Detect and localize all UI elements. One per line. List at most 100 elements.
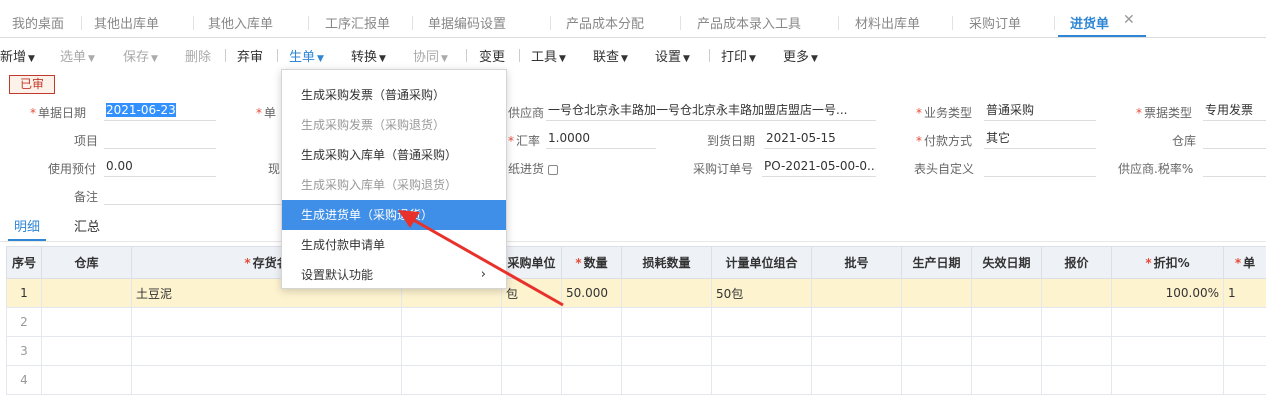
- col-purchase-unit[interactable]: 采购单位: [501, 246, 562, 279]
- col-unit-price[interactable]: * 单: [1223, 246, 1266, 279]
- payment-method-label: * 付款方式: [916, 134, 973, 148]
- delete-button[interactable]: 删除: [185, 46, 211, 65]
- supplier-field[interactable]: 一号仓北京永丰路加一号仓北京永丰路加盟店盟店一号...: [546, 101, 876, 121]
- col-production-date[interactable]: 生产日期: [901, 246, 972, 279]
- col-discount[interactable]: * 折扣%: [1111, 246, 1224, 279]
- tab-divider: [952, 16, 953, 30]
- table-row[interactable]: 4: [6, 365, 1266, 395]
- warehouse-field[interactable]: [1203, 129, 1266, 149]
- biz-type-label: * 业务类型: [916, 106, 973, 120]
- change-button[interactable]: 变更: [479, 46, 505, 65]
- menu-item-default-settings[interactable]: 设置默认功能 ›: [282, 260, 506, 290]
- subtab-divider: [0, 241, 1266, 242]
- save-button[interactable]: 保存 ▼: [123, 46, 158, 65]
- cell-production-date[interactable]: [901, 278, 972, 308]
- generate-label: 生单: [289, 50, 316, 65]
- menu-item-receipt-return[interactable]: 生成进货单（采购退货）: [282, 200, 506, 230]
- cell-batch[interactable]: [811, 278, 902, 308]
- col-seq[interactable]: 序号: [6, 246, 42, 279]
- print-button[interactable]: 打印 ▼: [721, 46, 756, 65]
- rate-field[interactable]: 1.0000: [546, 129, 656, 149]
- payment-method-field[interactable]: 其它: [984, 129, 1096, 149]
- menu-item-purchase-invoice-normal[interactable]: 生成采购发票（普通采购）: [282, 80, 506, 110]
- chevron-down-icon: ▼: [749, 54, 756, 64]
- col-loss-qty[interactable]: 损耗数量: [621, 246, 712, 279]
- settings-button[interactable]: 设置 ▼: [655, 46, 690, 65]
- cell-unit-combo[interactable]: 50包: [711, 278, 812, 308]
- cell-quote[interactable]: [1041, 278, 1112, 308]
- chevron-right-icon: ›: [480, 267, 486, 282]
- menu-item-purchase-inbound-return[interactable]: 生成采购入库单（采购退货）: [282, 170, 506, 200]
- supplier-tax-field[interactable]: [1203, 157, 1266, 177]
- cell-purchase-unit[interactable]: 包: [501, 278, 562, 308]
- tab-process-report[interactable]: 工序汇报单: [325, 13, 390, 35]
- cell-unit-price[interactable]: 1: [1223, 278, 1266, 308]
- collaborate-button[interactable]: 协同 ▼: [413, 46, 448, 65]
- paper-receipt-checkbox[interactable]: [548, 164, 559, 175]
- menu-item-purchase-invoice-return[interactable]: 生成采购发票（采购退货）: [282, 110, 506, 140]
- col-expiry-date[interactable]: 失效日期: [971, 246, 1042, 279]
- tab-doc-code-settings[interactable]: 单据编码设置: [428, 13, 506, 35]
- tab-cost-entry-tool[interactable]: 产品成本录入工具: [697, 13, 801, 35]
- generate-doc-button[interactable]: 生单 ▼: [289, 46, 324, 65]
- tab-other-outbound[interactable]: 其他出库单: [94, 13, 159, 35]
- convert-button[interactable]: 转换 ▼: [351, 46, 386, 65]
- detail-table: 序号 仓库 * 存货名 采购单位 * 数量 损耗数量 计量单位组合 批号 生产日期 …: [6, 246, 1266, 395]
- tab-detail[interactable]: 明细: [14, 216, 40, 235]
- collaborate-label: 协同: [413, 50, 440, 65]
- tab-cost-allocation[interactable]: 产品成本分配: [566, 13, 644, 35]
- table-row[interactable]: 1 土豆泥 包 50.000 50包 100.00% 1: [6, 278, 1266, 308]
- col-batch[interactable]: 批号: [811, 246, 902, 279]
- tools-button[interactable]: 工具 ▼: [531, 46, 566, 65]
- col-unit-combo[interactable]: 计量单位组合: [711, 246, 812, 279]
- table-row[interactable]: 3: [6, 336, 1266, 366]
- chevron-down-icon: ▼: [151, 54, 158, 64]
- col-quantity[interactable]: * 数量: [561, 246, 622, 279]
- invoice-type-label: * 票据类型: [1136, 106, 1193, 120]
- table-row[interactable]: 2: [6, 307, 1266, 337]
- new-button[interactable]: 新增 ▼: [0, 46, 35, 65]
- toolbar-divider: [519, 49, 520, 62]
- tab-material-outbound[interactable]: 材料出库单: [855, 13, 920, 35]
- status-badge: 已审: [9, 75, 55, 94]
- close-icon[interactable]: ✕: [1123, 12, 1135, 28]
- col-quote[interactable]: 报价: [1041, 246, 1112, 279]
- col-warehouse[interactable]: 仓库: [41, 246, 132, 279]
- tab-purchase-receipt[interactable]: 进货单: [1070, 13, 1109, 35]
- abandon-review-button[interactable]: 弃审: [237, 46, 263, 65]
- toolbar: 新增 ▼ 选单 ▼ 保存 ▼ 删除 弃审 生单 ▼ 转换 ▼ 协同 ▼ 变更 工具 ▼ 联查 ▼…: [0, 38, 1266, 70]
- invoice-type-field[interactable]: 专用发票: [1203, 101, 1266, 121]
- select-button[interactable]: 选单 ▼: [60, 46, 95, 65]
- cell-loss-qty[interactable]: [621, 278, 712, 308]
- prepay-field[interactable]: 0.00: [104, 157, 216, 177]
- chevron-down-icon: ▼: [811, 54, 818, 64]
- cell-quantity[interactable]: 50.000: [561, 278, 622, 308]
- project-label: 项目: [74, 134, 99, 148]
- cell-discount[interactable]: 100.00%: [1111, 278, 1224, 308]
- po-number-field[interactable]: PO-2021-05-00-0...: [762, 157, 876, 177]
- tab-purchase-order[interactable]: 采购订单: [969, 13, 1021, 35]
- project-field[interactable]: [104, 129, 216, 149]
- menu-item-payment-request[interactable]: 生成付款申请单: [282, 230, 506, 260]
- tab-desktop[interactable]: 我的桌面: [12, 13, 64, 35]
- toolbar-divider: [225, 49, 226, 62]
- more-button[interactable]: 更多 ▼: [783, 46, 818, 65]
- chevron-down-icon: ▼: [28, 54, 35, 64]
- tab-divider: [308, 16, 309, 30]
- cell-warehouse[interactable]: [41, 278, 132, 308]
- cell-expiry-date[interactable]: [971, 278, 1042, 308]
- prepay-label: 使用预付: [48, 162, 97, 176]
- link-query-button[interactable]: 联查 ▼: [593, 46, 628, 65]
- tab-bar: 我的桌面 其他出库单 其他入库单 工序汇报单 单据编码设置 产品成本分配 产品成…: [0, 0, 1266, 38]
- tab-other-inbound[interactable]: 其他入库单: [208, 13, 273, 35]
- arrival-date-field[interactable]: 2021-05-15: [764, 129, 876, 149]
- tab-summary[interactable]: 汇总: [74, 216, 100, 235]
- doc-date-field[interactable]: 2021-06-23: [104, 101, 216, 121]
- toolbar-divider: [709, 49, 710, 62]
- generate-doc-menu: 生成采购发票（普通采购） 生成采购发票（采购退货） 生成采购入库单（普通采购） …: [281, 69, 507, 289]
- convert-label: 转换: [351, 50, 378, 65]
- menu-item-purchase-inbound-normal[interactable]: 生成采购入库单（普通采购）: [282, 140, 506, 170]
- header-custom-field[interactable]: [984, 157, 1096, 177]
- biz-type-field[interactable]: 普通采购: [984, 101, 1096, 121]
- tab-divider: [838, 16, 839, 30]
